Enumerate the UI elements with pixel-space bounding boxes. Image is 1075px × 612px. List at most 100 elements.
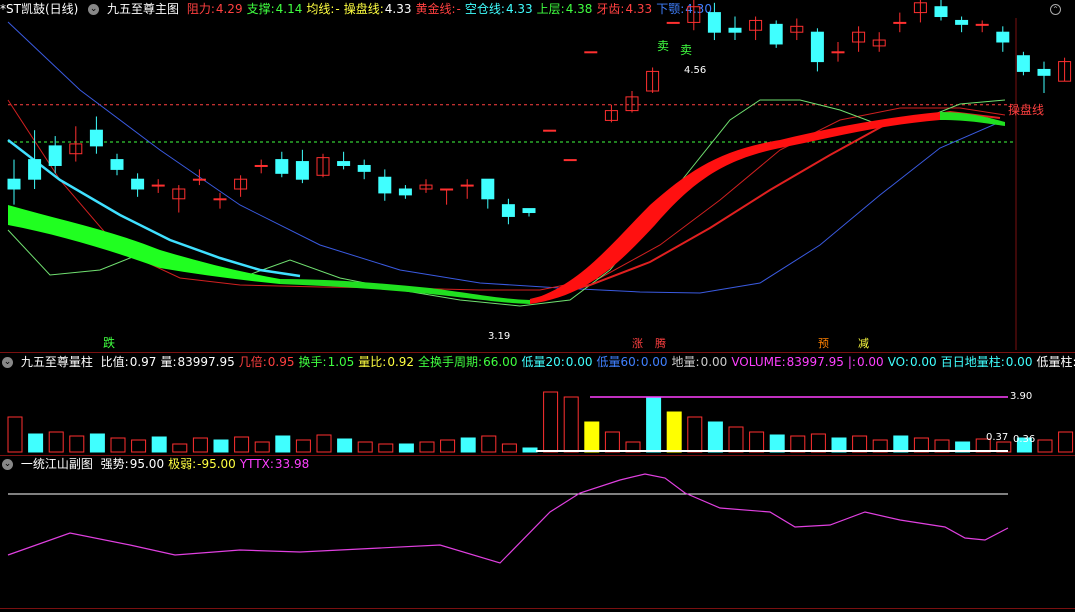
volume-bar-18 bbox=[378, 443, 394, 453]
yu-label: 预 bbox=[818, 337, 829, 350]
candle-body-13 bbox=[275, 159, 289, 174]
vol-field-value-2: 0.95 bbox=[267, 355, 295, 369]
divider-bottom bbox=[0, 608, 1075, 609]
vol-field-value-3: 1.05 bbox=[327, 355, 355, 369]
red-ribbon bbox=[530, 112, 940, 304]
candle-body-32 bbox=[666, 21, 680, 24]
volume-bar-25 bbox=[522, 447, 538, 453]
volume-bar-22 bbox=[460, 437, 476, 453]
volume-bar-15 bbox=[316, 434, 332, 453]
main-indicator-name[interactable]: 九五至尊主图 bbox=[107, 2, 179, 16]
volume-bar-12 bbox=[254, 441, 270, 453]
red-trend-line bbox=[529, 110, 1001, 301]
vol-field-value-0: 0.97 bbox=[129, 355, 157, 369]
volume-bar-31 bbox=[646, 396, 662, 453]
candle-body-40 bbox=[831, 51, 845, 54]
vol-field-value-10: 0.00 bbox=[856, 355, 884, 369]
volume-bar-6 bbox=[131, 439, 147, 453]
vol-390-label: 3.90 bbox=[1010, 391, 1032, 402]
main-field-label-0: 阻力: bbox=[186, 2, 215, 16]
sub-indicator-name[interactable]: 一统江山副图 bbox=[21, 457, 93, 471]
candle-body-49 bbox=[1016, 55, 1030, 72]
candle-body-8 bbox=[172, 188, 186, 200]
main-field-value-0: 4.29 bbox=[215, 2, 243, 16]
candle-body-7 bbox=[151, 184, 165, 187]
sub-chevron-icon[interactable]: ⌄ bbox=[2, 459, 13, 470]
collapse-icon[interactable]: ⌃ bbox=[1050, 4, 1061, 15]
main-field-label-8: 下颚: bbox=[656, 2, 685, 16]
sub-field-value-0: 95.00 bbox=[129, 457, 165, 471]
main-field-value-8: 4.30 bbox=[685, 2, 712, 16]
volume-bar-16 bbox=[337, 438, 353, 453]
main-field-label-7: 牙齿: bbox=[596, 2, 625, 16]
vol-037-label: 0.37 bbox=[986, 432, 1008, 443]
candle-body-37 bbox=[769, 23, 783, 45]
vol-field-value-7: 0.00 bbox=[640, 355, 668, 369]
volume-bar-3 bbox=[69, 435, 85, 453]
candle-body-9 bbox=[192, 178, 206, 181]
candle-body-45 bbox=[934, 6, 948, 18]
teeth-line-red bbox=[7, 99, 1006, 291]
vol-field-label-8: 地量: bbox=[671, 355, 700, 369]
candle-body-43 bbox=[893, 21, 907, 24]
volume-bar-21 bbox=[440, 439, 456, 453]
candle-body-2 bbox=[48, 145, 62, 166]
volume-bar-9 bbox=[192, 437, 208, 453]
vol-header: ⌄ 九五至尊量柱 比值:0.97 量:83997.95 几倍:0.95 换手:1.05… bbox=[0, 354, 1075, 371]
candle-body-18 bbox=[378, 176, 392, 194]
main-field-value-6: 4.38 bbox=[565, 2, 593, 16]
vol-chevron-icon[interactable]: ⌄ bbox=[2, 357, 13, 368]
vol-field-label-4: 量比: bbox=[358, 355, 387, 369]
main-field-label-1: 支撑: bbox=[246, 2, 275, 16]
volume-bar-37 bbox=[769, 434, 785, 453]
main-header: *ST凯鼓(日线) ⌄ 九五至尊主图 阻力:4.29 支撑:4.14 均线:- 操盘线… bbox=[0, 1, 720, 18]
stock-title: *ST凯鼓(日线) bbox=[0, 2, 79, 16]
volume-bar-2 bbox=[48, 431, 64, 453]
main-field-value-1: 4.14 bbox=[275, 2, 303, 16]
volume-bar-51 bbox=[1058, 431, 1074, 453]
candle-body-20 bbox=[419, 184, 433, 190]
volume-bar-26 bbox=[543, 391, 559, 453]
vol-field-value-4: 0.92 bbox=[387, 355, 415, 369]
candle-body-19 bbox=[398, 188, 412, 196]
cyan-line bbox=[7, 139, 301, 278]
vol-field-label-2: 几倍: bbox=[238, 355, 267, 369]
main-field-value-7: 4.33 bbox=[625, 2, 653, 16]
candle-body-48 bbox=[996, 31, 1010, 43]
green-ribbon-2 bbox=[280, 279, 530, 304]
lip-line-green bbox=[7, 99, 1006, 307]
zhang-label: 涨 bbox=[632, 337, 643, 350]
vol-field-label-0: 比值: bbox=[100, 355, 129, 369]
high-price-label: 4.56 bbox=[684, 65, 706, 76]
vol-indicator-name[interactable]: 九五至尊量柱 bbox=[21, 355, 93, 369]
volume-bar-23 bbox=[481, 435, 497, 453]
volume-bar-36 bbox=[749, 431, 765, 453]
indicator-chevron-icon[interactable]: ⌄ bbox=[88, 4, 100, 15]
vol-field-value-1: 83997.95 bbox=[177, 355, 235, 369]
volume-bar-11 bbox=[234, 436, 250, 453]
vol-field-label-12: 百日地量柱: bbox=[940, 355, 1005, 369]
volume-bar-24 bbox=[501, 443, 517, 453]
candle-body-41 bbox=[852, 31, 866, 43]
main-field-label-3: 操盘线: bbox=[343, 2, 384, 16]
candle-body-21 bbox=[440, 188, 454, 191]
volume-bar-40 bbox=[831, 437, 847, 453]
main-field-value-3: 4.33 bbox=[384, 2, 412, 16]
candle-body-39 bbox=[810, 31, 824, 63]
candle-body-26 bbox=[543, 129, 557, 132]
main-field-label-2: 均线: bbox=[306, 2, 335, 16]
green-ribbon-1 bbox=[8, 205, 280, 284]
candle-body-16 bbox=[337, 161, 351, 166]
candle-body-44 bbox=[913, 2, 927, 14]
candle-body-29 bbox=[604, 110, 618, 121]
volume-bar-42 bbox=[872, 439, 888, 453]
jaw-line-blue bbox=[7, 21, 1001, 294]
low-price-label: 3.19 bbox=[488, 331, 510, 342]
vol-field-value-5: 66.00 bbox=[483, 355, 518, 369]
candle-body-10 bbox=[213, 198, 227, 201]
sub-field-label-1: 极弱: bbox=[168, 457, 197, 471]
candle-body-38 bbox=[790, 25, 804, 33]
volume-bar-44 bbox=[913, 437, 929, 453]
volume-bar-17 bbox=[357, 441, 373, 453]
stock-chart-canvas[interactable]: 卖卖 4.56 3.19 跌 涨腾 预 减 操盘线 3.90 0.37 0.36 bbox=[0, 0, 1075, 612]
